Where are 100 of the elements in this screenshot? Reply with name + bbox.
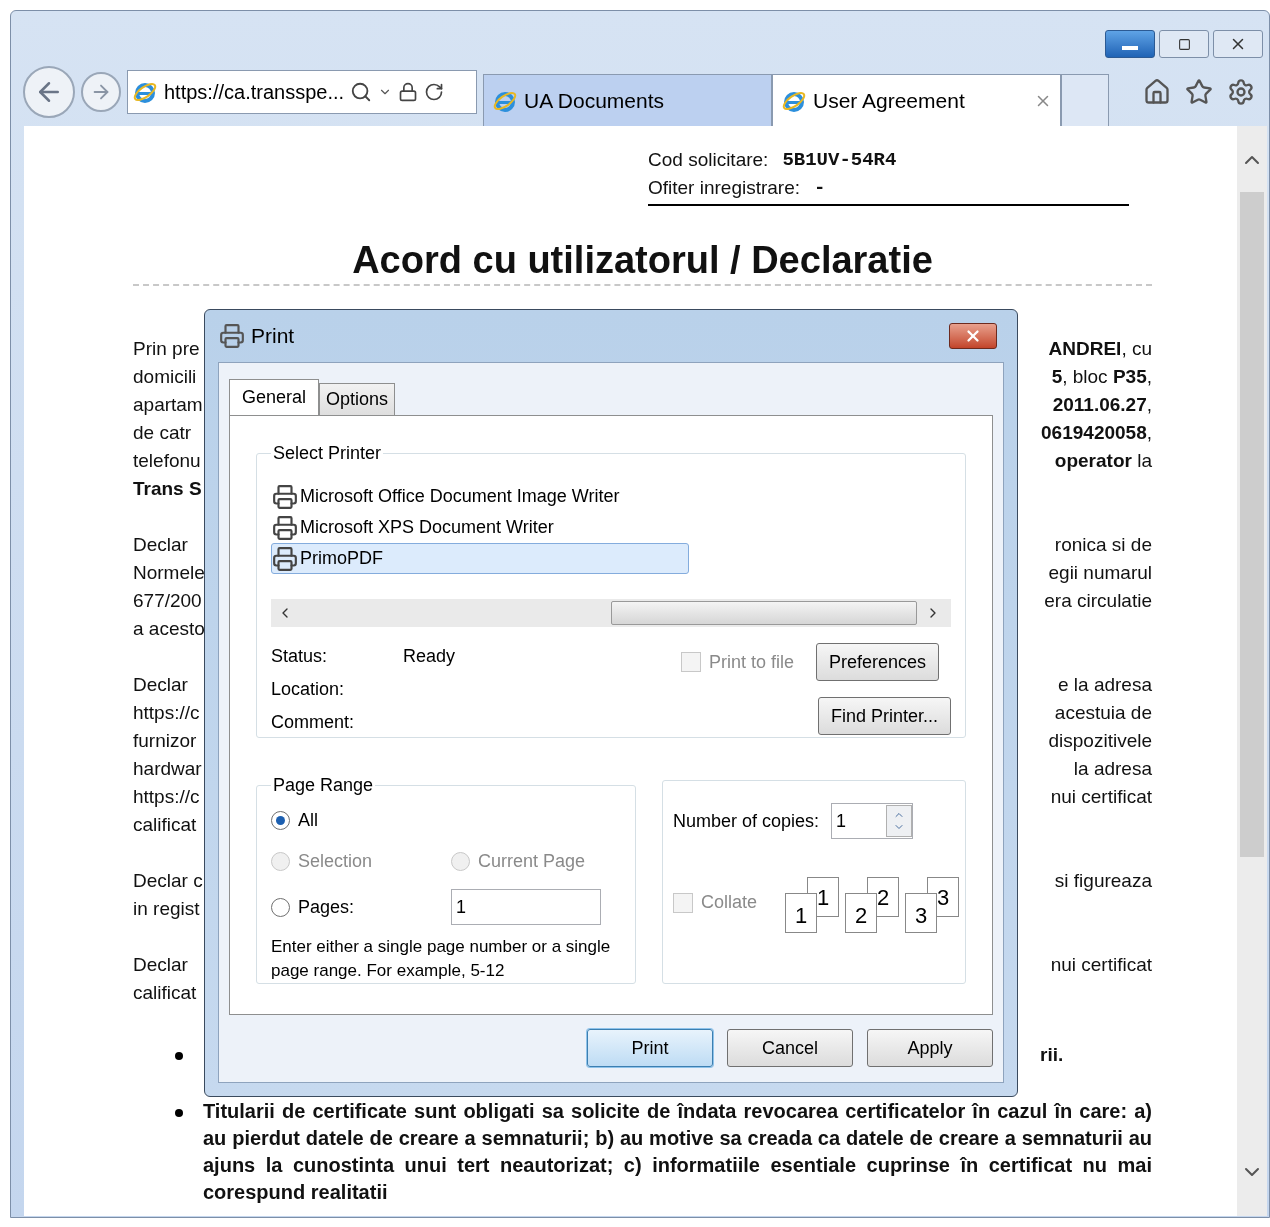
- paragraph-text: Prin pre: [133, 336, 200, 361]
- browser-tab[interactable]: User Agreement: [772, 74, 1061, 126]
- minimize-icon: [1122, 46, 1138, 50]
- document-title: Acord cu utilizatorul / Declaratie: [351, 238, 934, 282]
- paragraph-text: Declar c: [133, 868, 203, 893]
- radio-label: Current Page: [478, 850, 586, 873]
- header-value: -: [814, 175, 826, 201]
- printer-item[interactable]: Microsoft XPS Document Writer: [271, 512, 689, 543]
- home-icon: [1143, 78, 1171, 106]
- paragraph-text: telefonu: [133, 448, 201, 473]
- new-tab-button[interactable]: [1061, 74, 1109, 126]
- bullet-text: Titularii de certificate sunt obligati sa solicite de îndata revocarea certificatelor în cazul în care: a) au pierdut datele de creare a semnaturii; b) au motive sa creada ca datele de creare a semnaturii au ajuns la cunostinta unui tert neautorizat; c) informatiile esentiale cuprinse în certificat nu mai corespund realitatii: [203, 1098, 1152, 1205]
- dialog-tab[interactable]: General: [229, 379, 320, 415]
- horizontal-scrollbar[interactable]: [271, 599, 951, 627]
- printer-icon: [272, 514, 298, 541]
- paragraph-text: calificat: [133, 980, 197, 1005]
- paragraph-text: ANDREI, cu: [1048, 336, 1152, 361]
- scrollbar[interactable]: [1237, 126, 1267, 1216]
- paragraph-text: a acesto: [133, 616, 205, 641]
- restore-icon: [1177, 37, 1191, 51]
- bullet-icon: [175, 1052, 183, 1060]
- find-printer-button[interactable]: Find Printer...: [817, 697, 951, 735]
- group-label: Page Range: [272, 774, 375, 797]
- header-value: 5B1UV-54R4: [782, 147, 897, 173]
- settings-icon: [1227, 78, 1255, 106]
- paragraph-text: si figureaza: [1054, 868, 1152, 893]
- paragraph-text: dispozitivele: [1048, 728, 1152, 753]
- paragraph-text: Declar: [133, 952, 188, 977]
- paragraph-text: nui certificat: [1050, 784, 1152, 809]
- paragraph-text: Normele: [133, 560, 205, 585]
- printer-item[interactable]: Microsoft Office Document Image Writer: [271, 481, 689, 512]
- dialog-tab[interactable]: Options: [319, 383, 396, 415]
- checkbox-label: Print to file: [709, 650, 795, 674]
- paragraph-text: calificat: [133, 812, 197, 837]
- radio-label: All: [298, 809, 318, 832]
- paragraph-text: Declar: [133, 672, 188, 697]
- tab-label: UA Documents: [524, 87, 666, 114]
- forward-button[interactable]: [81, 72, 121, 112]
- dialog-button[interactable]: Cancel: [727, 1029, 853, 1067]
- back-button[interactable]: [23, 66, 75, 118]
- paragraph-text: la adresa: [1073, 756, 1152, 781]
- paragraph-text: Declar: [133, 532, 188, 557]
- printer-icon: [272, 483, 298, 510]
- bullet-icon: [175, 1108, 183, 1117]
- minimize-button[interactable]: [1105, 30, 1155, 58]
- paragraph-text: e la adresa: [1058, 672, 1152, 697]
- radio-button[interactable]: [271, 811, 290, 830]
- refresh-icon: [424, 82, 445, 102]
- paragraph-text: furnizor: [133, 728, 197, 753]
- scrollbar-thumb[interactable]: [611, 601, 917, 625]
- close-icon: [964, 327, 982, 345]
- address-bar[interactable]: https://ca.transspe...: [127, 70, 477, 114]
- radio-button[interactable]: [271, 897, 290, 917]
- paragraph-text: 5, bloc P35,: [1051, 364, 1152, 389]
- copies-spinner[interactable]: 1: [831, 803, 914, 839]
- scrollbar-thumb[interactable]: [1240, 192, 1264, 857]
- browser-tab[interactable]: UA Documents: [483, 74, 772, 126]
- hint-text: Enter either a single page number or a single page range. For example, 5-12: [271, 936, 612, 982]
- printer-icon: [272, 545, 298, 572]
- paragraph-text: de catr: [133, 420, 192, 445]
- close-button[interactable]: [949, 323, 997, 349]
- favorites-icon: [1185, 78, 1213, 106]
- radio-label: Pages:: [298, 895, 355, 919]
- lock-icon: [398, 82, 419, 102]
- status-label: Location:: [271, 678, 346, 701]
- paragraph-text: 2011.06.27,: [1052, 392, 1152, 417]
- paragraph-text: era circulatie: [1044, 588, 1152, 613]
- group-label: Select Printer: [272, 442, 383, 465]
- dialog-title: Print: [251, 323, 295, 350]
- paragraph-text: https://c: [133, 700, 200, 725]
- printer-name: Microsoft Office Document Image Writer: [300, 485, 620, 508]
- paragraph-text: acestuia de: [1054, 700, 1152, 725]
- header-label: Ofiter inregistrare:: [648, 175, 801, 200]
- paragraph-text: hardwar: [133, 756, 202, 781]
- address-text: https://ca.transspe...: [164, 80, 345, 105]
- dialog-button[interactable]: Apply: [867, 1029, 993, 1067]
- printer-item[interactable]: PrimoPDF: [271, 543, 689, 574]
- printer-name: Microsoft XPS Document Writer: [300, 516, 554, 539]
- paragraph-text: 677/200: [133, 588, 202, 613]
- tab-label: User Agreement: [813, 87, 966, 114]
- paragraph-text: operator la: [1054, 448, 1152, 473]
- printer-icon: [219, 323, 245, 349]
- status-value: Ready: [403, 645, 456, 668]
- paragraph-text: domicili: [133, 364, 197, 389]
- status-label: Comment:: [271, 711, 356, 734]
- restore-button[interactable]: [1159, 30, 1209, 58]
- page-sheet: 3: [905, 893, 938, 933]
- paragraph-text: in regist: [133, 896, 200, 921]
- preferences-button[interactable]: Preferences: [816, 643, 940, 681]
- radio-label: Selection: [298, 850, 373, 873]
- paragraph-text: 0619420058,: [1041, 420, 1152, 445]
- paragraph-text: apartam: [133, 392, 203, 417]
- search-icon: [350, 81, 373, 103]
- status-label: Status:: [271, 645, 329, 668]
- pages-input[interactable]: 1: [451, 889, 601, 925]
- dialog-button[interactable]: Print: [587, 1029, 713, 1067]
- bullet-text: rii.: [1040, 1043, 1065, 1067]
- checkbox-label: Collate: [701, 891, 758, 914]
- printer-name: PrimoPDF: [300, 547, 383, 570]
- paragraph-text: nui certificat: [1050, 952, 1152, 977]
